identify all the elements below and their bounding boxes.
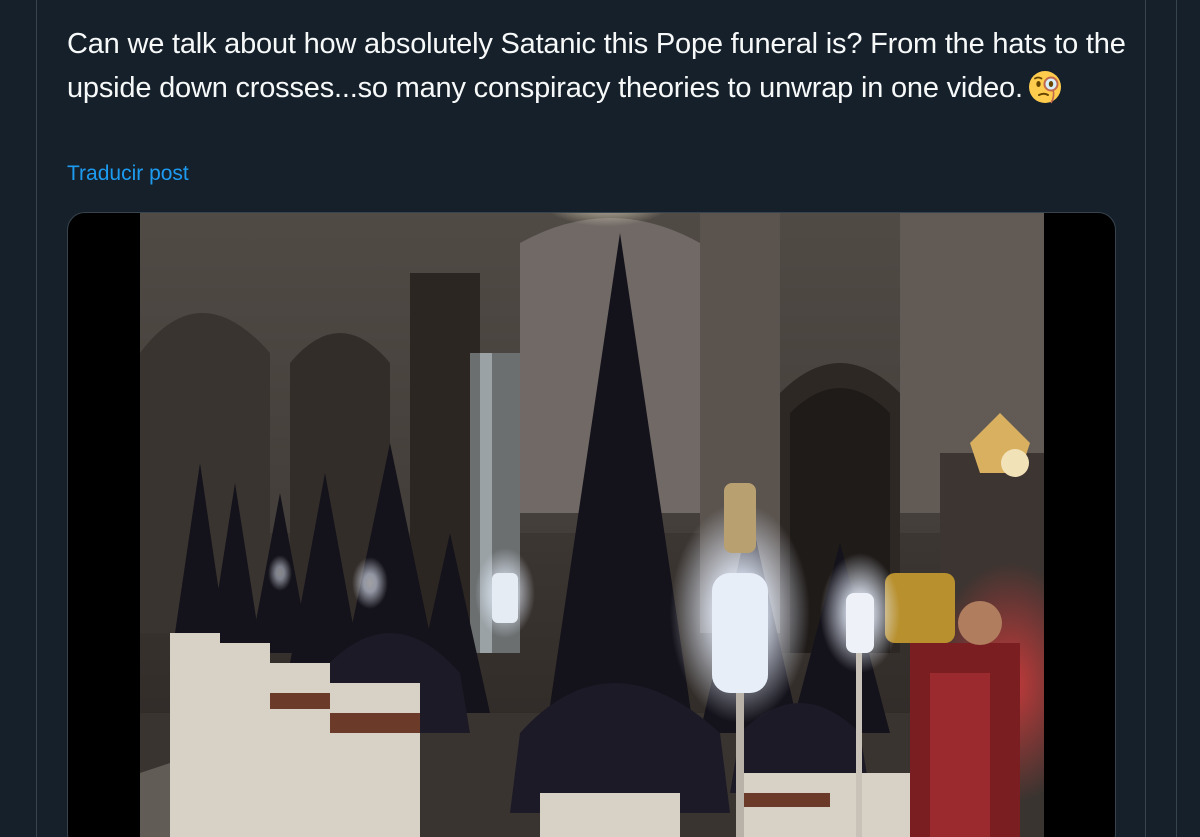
sidebar-divider bbox=[1176, 0, 1177, 837]
post-text-content: Can we talk about how absolutely Satanic… bbox=[67, 28, 1126, 104]
post-text: Can we talk about how absolutely Satanic… bbox=[67, 22, 1127, 110]
translate-post-link[interactable]: Traducir post bbox=[67, 160, 189, 188]
face-with-monocle-icon bbox=[1027, 69, 1063, 105]
video-card[interactable] bbox=[67, 212, 1116, 837]
video-frame[interactable] bbox=[140, 213, 1044, 837]
